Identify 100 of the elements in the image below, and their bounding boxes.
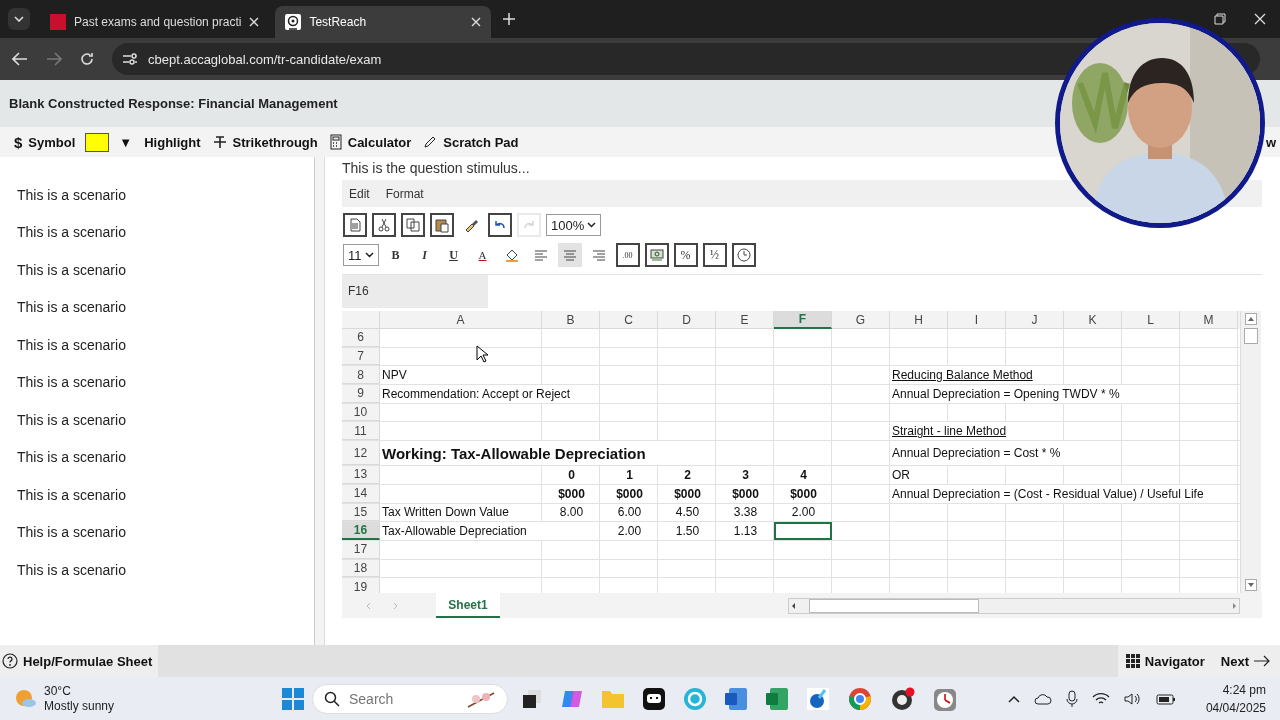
column-header[interactable]: J [1006, 311, 1064, 329]
column-header[interactable]: C [600, 311, 658, 329]
weather-condition: Mostly sunny [44, 698, 115, 714]
font-size-select[interactable]: 11 [343, 244, 379, 266]
site-settings-icon[interactable] [122, 52, 138, 66]
wifi-icon[interactable] [1091, 691, 1110, 706]
restore-icon[interactable] [1214, 13, 1226, 25]
row-header[interactable]: 6 [342, 329, 380, 347]
scenario-item[interactable]: This is a scenario [0, 251, 314, 289]
highlight-button[interactable]: Highlight [142, 134, 203, 150]
chevron-down-icon [364, 252, 374, 258]
row-header[interactable]: 8 [342, 366, 380, 385]
symbol-button[interactable]: $ Symbol [12, 133, 78, 151]
painter-icon [463, 217, 479, 233]
scenario-item[interactable]: This is a scenario [0, 401, 314, 439]
menu-item[interactable]: Edit [349, 186, 370, 201]
robot-icon[interactable] [643, 687, 665, 710]
document-app-icon[interactable] [725, 687, 747, 710]
column-header[interactable]: G [832, 311, 890, 329]
clock-time: 4:24 pm [1222, 681, 1266, 699]
clock-icon[interactable] [934, 686, 956, 711]
horizontal-scrollbar[interactable] [788, 597, 1240, 614]
highlight-color-swatch[interactable] [85, 132, 110, 152]
fraction-button[interactable]: ½ [702, 243, 727, 267]
scroll-down-icon[interactable] [1245, 579, 1257, 591]
scroll-up-icon[interactable] [1245, 313, 1257, 325]
app-icon[interactable] [807, 687, 829, 710]
row-header[interactable]: 12 [342, 441, 380, 466]
row-header[interactable]: 19 [342, 578, 380, 593]
paste-button[interactable] [430, 213, 454, 237]
task-view-icon[interactable] [522, 688, 542, 709]
scenario-item[interactable]: This is a scenario [0, 176, 314, 214]
battery-icon[interactable] [1155, 692, 1176, 705]
record-icon[interactable] [891, 686, 915, 711]
close-icon[interactable] [1254, 13, 1266, 25]
column-header[interactable]: M [1180, 311, 1238, 329]
name-box[interactable]: F16 [342, 275, 488, 308]
cut-icon [376, 217, 392, 233]
strike-button[interactable]: Strikethrough [210, 134, 320, 150]
scroll-thumb[interactable] [1244, 328, 1258, 344]
decimal-button[interactable]: .00 [615, 243, 640, 267]
scenario-item[interactable]: This is a scenario [0, 438, 314, 476]
new-button[interactable] [343, 213, 367, 237]
row-header[interactable]: 16 [342, 522, 380, 540]
back-icon[interactable] [12, 52, 28, 66]
cloud-icon[interactable] [1033, 692, 1052, 705]
column-header[interactable]: D [658, 311, 716, 329]
scenario-item[interactable]: This is a scenario [0, 476, 314, 514]
reload-icon[interactable] [80, 52, 94, 66]
tab-list-button[interactable] [8, 8, 30, 30]
vertical-scrollbar[interactable] [1240, 311, 1261, 593]
scenario-item[interactable]: This is a scenario [0, 363, 314, 401]
scratch-pad-button[interactable]: Scratch Pad [421, 134, 521, 150]
navigator-button[interactable]: Navigator [1117, 645, 1211, 677]
scenario-item[interactable]: This is a scenario [0, 213, 314, 251]
scroll-thumb[interactable] [809, 598, 979, 613]
close-icon[interactable] [471, 17, 482, 27]
row-header[interactable]: 11 [342, 422, 380, 441]
column-header[interactable]: I [948, 311, 1006, 329]
column-header[interactable]: A [380, 311, 542, 329]
undo-button[interactable] [488, 213, 512, 237]
chevron-up-icon[interactable] [1007, 694, 1020, 703]
toolbar-label: w [1265, 134, 1276, 150]
help-button[interactable]: Help/Formulae Sheet [0, 645, 159, 677]
column-header[interactable]: F [774, 311, 832, 329]
color-dropdown-button[interactable]: ▼ [117, 134, 135, 150]
zoom-select[interactable]: 100% [546, 214, 602, 236]
column-header[interactable]: B [542, 311, 600, 329]
column-header[interactable]: K [1064, 311, 1122, 329]
menu-item[interactable]: Format [385, 186, 424, 201]
new-tab-icon[interactable] [503, 13, 516, 25]
sheet-tab[interactable]: Sheet1 [436, 593, 500, 618]
scenario-item[interactable]: This is a scenario [0, 513, 314, 551]
volume-icon[interactable] [1123, 691, 1142, 706]
search-field[interactable]: Search [312, 683, 508, 714]
spreadsheet-app-icon[interactable] [766, 687, 788, 710]
start-icon[interactable] [282, 687, 304, 710]
scenario-item[interactable]: This is a scenario [0, 551, 314, 589]
time-button[interactable] [731, 243, 756, 267]
row-header[interactable]: 13 [342, 466, 380, 484]
close-icon[interactable] [249, 17, 260, 27]
cut-button[interactable] [372, 213, 396, 237]
column-header[interactable]: L [1122, 311, 1180, 329]
copy-button[interactable] [401, 213, 425, 237]
currency-button[interactable] [644, 243, 669, 267]
next-button[interactable]: Next [1210, 645, 1280, 677]
browser-icon[interactable] [848, 686, 872, 711]
scenario-item[interactable]: This is a scenario [0, 326, 314, 364]
forward-icon[interactable] [46, 52, 62, 66]
browser-tab[interactable]: Past exams and question practi [40, 6, 270, 38]
percent-button[interactable]: % [673, 243, 698, 267]
scenario-item[interactable]: This is a scenario [0, 288, 314, 326]
selected-cell[interactable] [774, 522, 832, 540]
calculator-button[interactable]: Calculator [327, 134, 414, 150]
row-header[interactable]: 9 [342, 385, 380, 403]
microphone-icon[interactable] [1065, 689, 1078, 708]
column-header[interactable]: E [716, 311, 774, 329]
browser-tab[interactable]: TestReach [275, 6, 492, 38]
column-header[interactable]: H [890, 311, 948, 329]
align-center-button[interactable] [557, 243, 582, 267]
